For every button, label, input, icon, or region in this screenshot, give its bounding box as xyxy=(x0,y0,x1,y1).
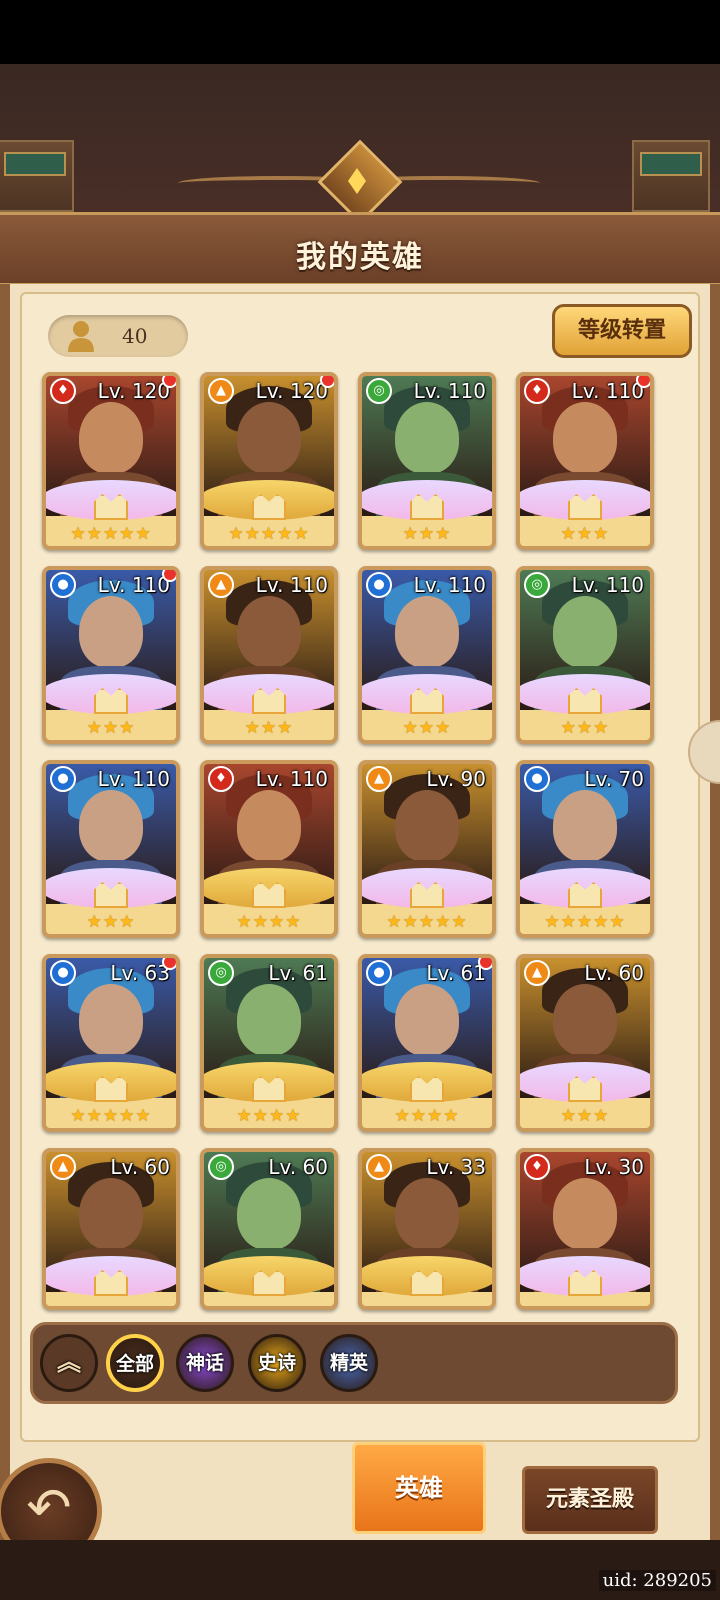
hero-level: Lv. 110 xyxy=(97,767,170,791)
hero-card[interactable]: ▲ Lv. 33 xyxy=(358,1148,496,1310)
hero-stars: ★★★★ xyxy=(394,1106,460,1126)
hero-card[interactable]: ◎ Lv. 61 ★★★★ xyxy=(200,954,338,1132)
left-pillar xyxy=(0,140,74,212)
hero-level: Lv. 110 xyxy=(413,379,486,403)
tab-heroes[interactable]: 英雄 xyxy=(352,1442,486,1534)
notification-dot xyxy=(320,376,334,388)
hero-level: Lv. 63 xyxy=(110,961,170,985)
hero-stars: ★★★★★ xyxy=(70,524,152,544)
hero-stars: ★★★★ xyxy=(236,1106,302,1126)
hero-stars: ★★★ xyxy=(560,524,610,544)
element-water-icon: ● xyxy=(50,572,76,598)
hero-card[interactable]: ● Lv. 110 ★★★ xyxy=(358,566,496,744)
hero-level: Lv. 61 xyxy=(268,961,328,985)
hero-card[interactable]: ● Lv. 61 ★★★★ xyxy=(358,954,496,1132)
hero-card[interactable]: ♦ Lv. 30 xyxy=(516,1148,654,1310)
hero-level: Lv. 61 xyxy=(426,961,486,985)
hero-stars: ★★★★★ xyxy=(228,524,310,544)
hero-stars: ★★★★ xyxy=(236,912,302,932)
hero-stars: ★★★ xyxy=(402,718,452,738)
hero-stars: ★★★ xyxy=(244,718,294,738)
element-wind-icon: ◎ xyxy=(208,1154,234,1180)
element-water-icon: ● xyxy=(366,572,392,598)
back-arrow-icon: ↶ xyxy=(26,1476,72,1539)
hero-card[interactable]: ♦ Lv. 110 ★★★ xyxy=(516,372,654,550)
hero-card[interactable]: ▲ Lv. 60 ★★★ xyxy=(516,954,654,1132)
person-icon xyxy=(68,321,94,352)
hero-stars: ★★★ xyxy=(86,912,136,932)
hero-stars: ★★★★★ xyxy=(70,1106,152,1126)
element-wind-icon: ◎ xyxy=(208,960,234,986)
right-pillar xyxy=(632,140,710,212)
level-transfer-button[interactable]: 等级转置 xyxy=(552,304,692,358)
notification-dot xyxy=(162,376,176,388)
collapse-chevron-icon[interactable]: ︽ xyxy=(40,1334,98,1392)
hero-card[interactable]: ▲ Lv. 60 xyxy=(42,1148,180,1310)
hero-level: Lv. 60 xyxy=(268,1155,328,1179)
hero-stars: ★★★ xyxy=(86,718,136,738)
element-light-icon: ▲ xyxy=(366,1154,392,1180)
hero-level: Lv. 60 xyxy=(584,961,644,985)
notification-dot xyxy=(636,376,650,388)
hero-stars: ★★★ xyxy=(560,718,610,738)
hero-card[interactable]: ● Lv. 63 ★★★★★ xyxy=(42,954,180,1132)
filter-elite-button[interactable]: 精英 xyxy=(320,1334,378,1392)
hero-card[interactable]: ▲ Lv. 90 ★★★★★ xyxy=(358,760,496,938)
hero-level: Lv. 110 xyxy=(255,767,328,791)
hero-level: Lv. 110 xyxy=(571,573,644,597)
hero-level: Lv. 120 xyxy=(255,379,328,403)
hero-level: Lv. 33 xyxy=(426,1155,486,1179)
hero-count: 40 xyxy=(122,324,148,348)
element-light-icon: ▲ xyxy=(524,960,550,986)
hero-level: Lv. 70 xyxy=(584,767,644,791)
hero-card[interactable]: ◎ Lv. 110 ★★★ xyxy=(516,566,654,744)
tab-element-temple[interactable]: 元素圣殿 xyxy=(522,1466,658,1534)
hero-stars: ★★★★★ xyxy=(386,912,468,932)
element-fire-icon: ♦ xyxy=(208,766,234,792)
element-light-icon: ▲ xyxy=(208,378,234,404)
hero-card[interactable]: ▲ Lv. 120 ★★★★★ xyxy=(200,372,338,550)
filter-epic-button[interactable]: 史诗 xyxy=(248,1334,306,1392)
element-light-icon: ▲ xyxy=(50,1154,76,1180)
filter-all-button[interactable]: 全部 xyxy=(106,1334,164,1392)
hero-stars: ★★★ xyxy=(560,1106,610,1126)
hero-level: Lv. 110 xyxy=(255,573,328,597)
hero-card[interactable]: ● Lv. 70 ★★★★★ xyxy=(516,760,654,938)
hero-stars: ★★★★★ xyxy=(544,912,626,932)
page-title: 我的英雄 xyxy=(296,240,424,275)
hero-card[interactable]: ▲ Lv. 110 ★★★ xyxy=(200,566,338,744)
hero-stars: ★★★ xyxy=(402,524,452,544)
element-light-icon: ▲ xyxy=(366,766,392,792)
hero-card[interactable]: ● Lv. 110 ★★★ xyxy=(42,760,180,938)
element-water-icon: ● xyxy=(366,960,392,986)
hero-level: Lv. 90 xyxy=(426,767,486,791)
element-water-icon: ● xyxy=(524,766,550,792)
status-bar xyxy=(0,0,720,64)
hero-level: Lv. 110 xyxy=(413,573,486,597)
hero-level: Lv. 110 xyxy=(97,573,170,597)
element-fire-icon: ♦ xyxy=(524,1154,550,1180)
hero-level: Lv. 60 xyxy=(110,1155,170,1179)
hero-card[interactable]: ◎ Lv. 110 ★★★ xyxy=(358,372,496,550)
hero-card[interactable]: ◎ Lv. 60 xyxy=(200,1148,338,1310)
hero-card[interactable]: ♦ Lv. 120 ★★★★★ xyxy=(42,372,180,550)
hero-level: Lv. 120 xyxy=(97,379,170,403)
hero-level: Lv. 30 xyxy=(584,1155,644,1179)
element-water-icon: ● xyxy=(50,960,76,986)
element-fire-icon: ♦ xyxy=(50,378,76,404)
element-wind-icon: ◎ xyxy=(366,378,392,404)
element-wind-icon: ◎ xyxy=(524,572,550,598)
notification-dot xyxy=(162,958,176,970)
element-water-icon: ● xyxy=(50,766,76,792)
uid-label: uid: 289205 xyxy=(598,1570,716,1591)
notification-dot xyxy=(478,958,492,970)
element-light-icon: ▲ xyxy=(208,572,234,598)
hero-card[interactable]: ♦ Lv. 110 ★★★★ xyxy=(200,760,338,938)
filter-mythic-button[interactable]: 神话 xyxy=(176,1334,234,1392)
notification-dot xyxy=(162,570,176,582)
element-fire-icon: ♦ xyxy=(524,378,550,404)
hero-card[interactable]: ● Lv. 110 ★★★ xyxy=(42,566,180,744)
hero-level: Lv. 110 xyxy=(571,379,644,403)
